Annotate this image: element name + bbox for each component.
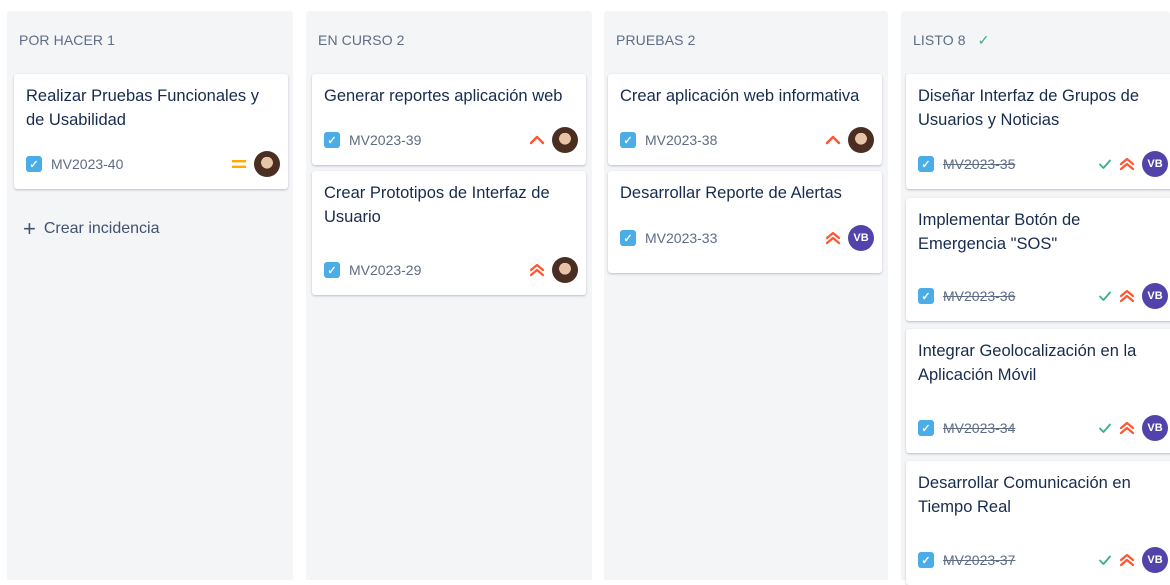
card-title: Crear aplicación web informativa	[620, 87, 860, 105]
card-title: Generar reportes aplicación web	[324, 87, 563, 105]
story-checkbox-icon: ✓	[620, 132, 636, 148]
issue-key[interactable]: MV2023-29	[349, 262, 421, 278]
avatar[interactable]: VB	[1142, 547, 1168, 573]
column-header: POR HACER 1	[19, 32, 116, 48]
priority-highest-icon	[1119, 421, 1135, 435]
priority-highest-icon	[825, 231, 841, 245]
issue-card[interactable]: Realizar Pruebas Funcionales y de Usabil…	[14, 74, 288, 189]
issue-key[interactable]: MV2023-35	[943, 156, 1015, 172]
card-title: Desarrollar Comunicación en Tiempo Real	[918, 474, 1131, 516]
check-icon: ✓	[977, 31, 990, 48]
card-title: Integrar Geolocalización en la Aplicació…	[918, 342, 1137, 384]
create-issue-label: Crear incidencia	[43, 220, 160, 237]
story-checkbox-icon: ✓	[620, 230, 636, 246]
issue-key[interactable]: MV2023-33	[645, 230, 717, 246]
issue-card[interactable]: Integrar Geolocalización en la Aplicació…	[906, 329, 1170, 453]
issue-key[interactable]: MV2023-39	[349, 132, 421, 148]
column-done: LISTO 8 ✓ Diseñar Interfaz de Grupos de …	[901, 11, 1170, 585]
priority-high-icon	[825, 135, 841, 145]
avatar[interactable]: VB	[848, 225, 874, 251]
story-checkbox-icon: ✓	[26, 156, 42, 172]
create-issue-button[interactable]: + Crear incidencia	[23, 216, 160, 241]
column-todo: POR HACER 1 Realizar Pruebas Funcionales…	[7, 11, 293, 580]
avatar[interactable]: VB	[1142, 415, 1168, 441]
story-checkbox-icon: ✓	[918, 156, 934, 172]
column-in-progress: EN CURSO 2 Generar reportes aplicación w…	[306, 11, 592, 580]
done-check-icon	[1099, 555, 1111, 565]
avatar[interactable]: VB	[1142, 151, 1168, 177]
issue-key[interactable]: MV2023-40	[51, 156, 123, 172]
issue-card[interactable]: Diseñar Interfaz de Grupos de Usuarios y…	[906, 74, 1170, 189]
done-check-icon	[1099, 423, 1111, 433]
avatar[interactable]	[848, 127, 874, 153]
plus-icon: +	[23, 216, 36, 241]
column-title: LISTO 8	[913, 32, 966, 48]
done-check-icon	[1099, 159, 1111, 169]
column-header: LISTO 8 ✓	[901, 11, 1170, 69]
issue-card[interactable]: Crear Prototipos de Interfaz de Usuario …	[312, 171, 586, 295]
issue-card[interactable]: Generar reportes aplicación web ✓ MV2023…	[312, 74, 586, 165]
story-checkbox-icon: ✓	[918, 288, 934, 304]
card-title: Realizar Pruebas Funcionales y de Usabil…	[26, 87, 259, 129]
issue-card[interactable]: Desarrollar Comunicación en Tiempo Real …	[906, 461, 1170, 585]
column-header: PRUEBAS 2	[616, 32, 696, 48]
issue-key[interactable]: MV2023-36	[943, 288, 1015, 304]
issue-key[interactable]: MV2023-38	[645, 132, 717, 148]
avatar[interactable]	[254, 151, 280, 177]
avatar[interactable]: VB	[1142, 283, 1168, 309]
issue-card[interactable]: Crear aplicación web informativa ✓ MV202…	[608, 74, 882, 165]
story-checkbox-icon: ✓	[324, 132, 340, 148]
avatar[interactable]	[552, 257, 578, 283]
done-check-icon	[1099, 291, 1111, 301]
issue-card[interactable]: Implementar Botón de Emergencia "SOS" ✓ …	[906, 198, 1170, 321]
priority-medium-icon	[232, 160, 246, 168]
issue-key[interactable]: MV2023-34	[943, 420, 1015, 436]
column-header: EN CURSO 2	[318, 32, 405, 48]
card-title: Implementar Botón de Emergencia "SOS"	[918, 211, 1081, 253]
issue-key[interactable]: MV2023-37	[943, 552, 1015, 568]
priority-highest-icon	[1119, 289, 1135, 303]
priority-high-icon	[529, 135, 545, 145]
story-checkbox-icon: ✓	[324, 262, 340, 278]
issue-card[interactable]: Desarrollar Reporte de Alertas ✓ MV2023-…	[608, 171, 882, 273]
story-checkbox-icon: ✓	[918, 420, 934, 436]
priority-highest-icon	[529, 263, 545, 277]
card-title: Crear Prototipos de Interfaz de Usuario	[324, 184, 550, 226]
priority-highest-icon	[1119, 157, 1135, 171]
column-testing: PRUEBAS 2 Crear aplicación web informati…	[604, 11, 888, 580]
avatar[interactable]	[552, 127, 578, 153]
card-title: Diseñar Interfaz de Grupos de Usuarios y…	[918, 87, 1140, 129]
card-title: Desarrollar Reporte de Alertas	[620, 184, 842, 202]
story-checkbox-icon: ✓	[918, 552, 934, 568]
priority-highest-icon	[1119, 553, 1135, 567]
